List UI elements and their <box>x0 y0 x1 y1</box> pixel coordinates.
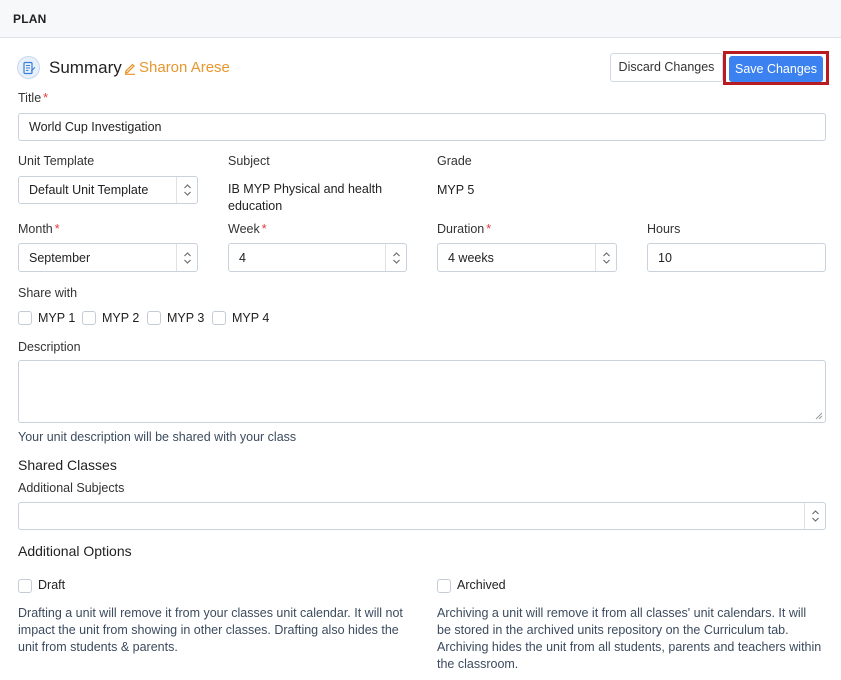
unit-template-select[interactable]: Default Unit Template <box>18 176 198 204</box>
owner-name[interactable]: Sharon Arese <box>139 59 230 76</box>
week-select[interactable]: 4 <box>228 243 407 272</box>
share-myp4-label: MYP 4 <box>232 311 270 325</box>
discard-changes-button[interactable]: Discard Changes <box>610 53 723 82</box>
month-select[interactable]: September <box>18 243 198 272</box>
share-myp4-checkbox[interactable] <box>212 311 226 325</box>
chevron-updown-icon <box>176 177 197 203</box>
archived-checkbox[interactable] <box>437 579 451 593</box>
description-help: Your unit description will be shared wit… <box>18 430 297 444</box>
month-label: Month * <box>18 222 60 236</box>
month-value: September <box>29 250 91 265</box>
draft-label: Draft <box>38 578 66 592</box>
week-label-text: Week <box>228 222 260 236</box>
month-label-text: Month <box>18 222 53 236</box>
shared-classes-heading: Shared Classes <box>18 457 117 473</box>
week-value: 4 <box>239 250 246 265</box>
chevron-updown-icon <box>595 244 616 271</box>
chevron-updown-icon <box>804 503 825 529</box>
title-input[interactable]: World Cup Investigation <box>18 113 826 141</box>
unit-template-value: Default Unit Template <box>29 183 149 197</box>
save-changes-button[interactable]: Save Changes <box>729 56 823 82</box>
share-with-label: Share with <box>18 286 78 300</box>
resize-handle-icon[interactable] <box>815 412 823 420</box>
required-marker: * <box>54 222 60 236</box>
share-myp1-label: MYP 1 <box>38 311 76 325</box>
plan-title: PLAN <box>13 12 47 26</box>
hours-value: 10 <box>658 250 672 265</box>
duration-value: 4 weeks <box>448 250 494 265</box>
additional-options-heading: Additional Options <box>18 543 132 559</box>
share-myp2-label: MYP 2 <box>102 311 140 325</box>
duration-label: Duration * <box>437 222 491 236</box>
required-marker: * <box>43 91 49 105</box>
share-myp2-checkbox[interactable] <box>82 311 96 325</box>
additional-subjects-select[interactable] <box>18 502 826 530</box>
additional-subjects-label: Additional Subjects <box>18 481 125 495</box>
week-label: Week * <box>228 222 267 236</box>
summary-doc-icon <box>17 56 40 79</box>
share-myp3-checkbox[interactable] <box>147 311 161 325</box>
pencil-icon[interactable] <box>124 61 136 75</box>
chevron-updown-icon <box>176 244 197 271</box>
save-highlight: Save Changes <box>723 51 829 85</box>
subject-label: Subject <box>228 154 270 168</box>
description-textarea[interactable] <box>18 360 826 423</box>
description-label: Description <box>18 340 81 354</box>
title-label: Title * <box>18 91 48 105</box>
plan-header: PLAN <box>0 0 841 38</box>
draft-description: Drafting a unit will remove it from your… <box>18 606 403 654</box>
summary-title: Summary <box>49 58 122 77</box>
archived-description: Archiving a unit will remove it from all… <box>437 606 822 671</box>
draft-checkbox[interactable] <box>18 579 32 593</box>
grade-value: MYP 5 <box>437 183 475 197</box>
archived-label: Archived <box>457 578 506 592</box>
chevron-updown-icon <box>385 244 406 271</box>
required-marker: * <box>261 222 267 236</box>
share-myp3-label: MYP 3 <box>167 311 205 325</box>
required-marker: * <box>486 222 492 236</box>
duration-select[interactable]: 4 weeks <box>437 243 617 272</box>
share-myp1-checkbox[interactable] <box>18 311 32 325</box>
title-value: World Cup Investigation <box>29 120 162 134</box>
title-label-text: Title <box>18 91 42 105</box>
hours-input[interactable]: 10 <box>647 243 826 272</box>
hours-label: Hours <box>647 222 681 236</box>
duration-label-text: Duration <box>437 222 485 236</box>
unit-template-label: Unit Template <box>18 154 95 168</box>
subject-value: IB MYP Physical and health education <box>228 182 383 213</box>
grade-label: Grade <box>437 154 472 168</box>
